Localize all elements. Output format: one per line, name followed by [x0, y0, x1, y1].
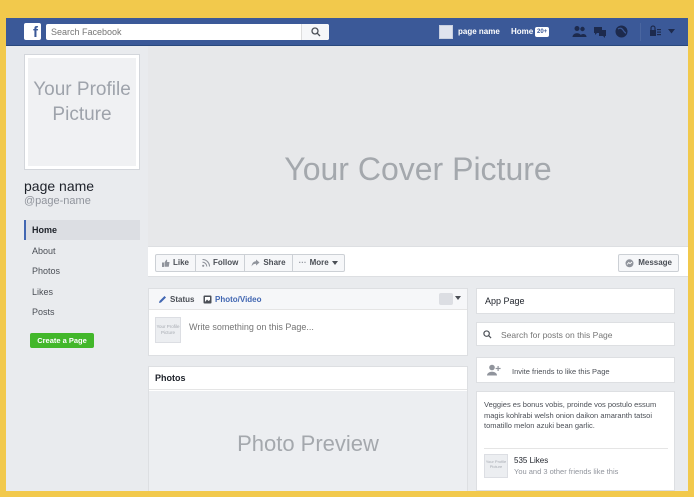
- likes-friends-text: You and 3 other friends like this: [514, 467, 619, 476]
- nav-page-name-link[interactable]: page name: [458, 27, 500, 36]
- like-button[interactable]: Like: [156, 255, 197, 271]
- about-divider: [484, 448, 668, 449]
- about-description: Veggies es bonus vobis, proinde vos post…: [484, 400, 657, 430]
- page-posts-search-input[interactable]: [501, 328, 666, 341]
- share-button-label: Share: [263, 258, 286, 267]
- photos-section-title[interactable]: Photos: [149, 367, 467, 390]
- page-action-bar: Like Follow Share ··· More Message: [148, 246, 688, 277]
- follow-button-label: Follow: [213, 258, 239, 267]
- side-nav-home[interactable]: Home: [24, 220, 140, 240]
- search-button[interactable]: [301, 24, 329, 40]
- account-menu-caret-icon[interactable]: [668, 29, 675, 34]
- friend-requests-icon[interactable]: [572, 25, 587, 38]
- profile-picture[interactable]: Your Profile Picture: [24, 54, 140, 170]
- side-nav-about[interactable]: About: [24, 241, 140, 261]
- invite-friends-box[interactable]: Invite friends to like this Page: [476, 357, 675, 383]
- chevron-down-icon: [331, 261, 338, 265]
- photo-video-icon: [203, 295, 212, 304]
- side-nav-photos[interactable]: Photos: [24, 261, 140, 281]
- home-notification-badge: 20+: [535, 27, 550, 37]
- search-box[interactable]: [46, 24, 329, 40]
- photo-preview[interactable]: Photo Preview: [149, 391, 467, 491]
- add-friend-icon: [487, 364, 501, 376]
- nav-divider: [640, 23, 641, 41]
- facebook-logo-icon[interactable]: f: [24, 23, 41, 40]
- nav-home-link[interactable]: Home: [511, 27, 533, 36]
- top-navigation-bar: f page name Home 20+: [6, 18, 688, 46]
- notifications-globe-icon[interactable]: [615, 25, 628, 38]
- message-button[interactable]: Message: [618, 254, 679, 272]
- cover-placeholder-text: Your Cover Picture: [284, 151, 552, 187]
- composer-tab-photo-video[interactable]: Photo/Video: [203, 295, 262, 304]
- composer-tabs: Status Photo/Video: [149, 289, 467, 310]
- share-button[interactable]: Share: [245, 255, 293, 271]
- message-button-label: Message: [638, 258, 672, 267]
- page-avatar-thumbnail[interactable]: [439, 25, 453, 39]
- ellipsis-icon: ···: [298, 258, 307, 267]
- app-page-box[interactable]: App Page: [476, 288, 675, 314]
- follow-button[interactable]: Follow: [196, 255, 246, 271]
- side-nav-posts[interactable]: Posts: [24, 302, 140, 322]
- side-nav-likes[interactable]: Likes: [24, 282, 140, 302]
- create-page-button[interactable]: Create a Page: [30, 333, 94, 348]
- page-title: page name: [24, 178, 95, 194]
- messenger-icon: [625, 258, 634, 267]
- page-action-buttons: Like Follow Share ··· More: [155, 254, 345, 272]
- search-input[interactable]: [51, 26, 301, 38]
- search-icon: [311, 27, 321, 37]
- pencil-icon: [159, 296, 166, 303]
- share-arrow-icon: [251, 259, 260, 267]
- about-box: Veggies es bonus vobis, proinde vos post…: [476, 391, 675, 491]
- composer-options-caret-icon[interactable]: [455, 296, 461, 300]
- more-button[interactable]: ··· More: [293, 255, 344, 271]
- rss-follow-icon: [202, 259, 211, 267]
- cover-photo[interactable]: Your Cover Picture: [148, 46, 688, 246]
- side-navigation: Home About Photos Likes Posts: [24, 220, 140, 323]
- invite-friends-label: Invite friends to like this Page: [512, 367, 610, 376]
- messages-icon[interactable]: [593, 25, 607, 38]
- profile-picture-placeholder-text: Your Profile Picture: [33, 79, 131, 125]
- thumbs-up-icon: [162, 259, 170, 267]
- page-posts-search: [476, 322, 675, 346]
- composer-options-icon[interactable]: [439, 293, 453, 305]
- post-composer: Status Photo/Video Your Profile Picture: [148, 288, 468, 356]
- likes-avatar: Your Profile Picture: [484, 454, 508, 478]
- facebook-page-mockup: f page name Home 20+: [6, 18, 688, 491]
- composer-input[interactable]: [189, 322, 449, 332]
- likes-count[interactable]: 535 Likes: [514, 456, 548, 465]
- composer-tab-photo-video-label: Photo/Video: [215, 295, 262, 304]
- photos-section: Photos Photo Preview: [148, 366, 468, 491]
- privacy-lock-icon[interactable]: [649, 25, 662, 37]
- composer-avatar: Your Profile Picture: [155, 317, 181, 343]
- page-handle: @page-name: [24, 195, 91, 207]
- composer-tab-status-label: Status: [170, 295, 195, 304]
- more-button-label: More: [309, 258, 329, 267]
- search-icon: [483, 330, 492, 339]
- photo-preview-placeholder-text: Photo Preview: [237, 431, 379, 456]
- composer-tab-status[interactable]: Status: [158, 295, 194, 304]
- like-button-label: Like: [173, 258, 190, 267]
